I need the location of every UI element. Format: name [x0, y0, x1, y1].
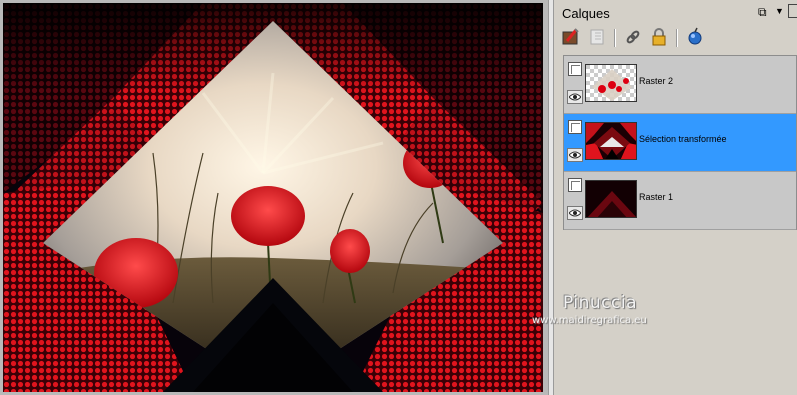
layers-list: Raster 2 Sélection transformée Raster 1 — [563, 55, 797, 230]
panel-title: Calques — [562, 6, 610, 21]
image-canvas[interactable] — [3, 3, 543, 392]
eye-icon[interactable] — [567, 148, 583, 162]
layer-item-selection-transformed[interactable]: Sélection transformée — [564, 114, 796, 172]
layer-name: Sélection transformée — [639, 134, 727, 144]
canvas-frame — [0, 0, 548, 395]
panel-header: Calques ⧉ ▼ — [554, 0, 797, 24]
new-raster-layer-icon[interactable] — [560, 26, 582, 48]
layers-panel: Calques ⧉ ▼ Raster 2 Sélection transform… — [554, 0, 797, 395]
watermark-url: www.maidiregrafica.eu — [532, 315, 647, 326]
layer-thumbnail — [585, 180, 637, 218]
merge-layers-icon[interactable] — [684, 26, 706, 48]
layer-thumbnail — [585, 64, 637, 102]
layer-item-raster-1[interactable]: Raster 1 — [564, 172, 796, 230]
chevron-down-icon[interactable]: ▼ — [775, 6, 784, 16]
poppy-artwork — [3, 3, 543, 392]
layer-item-raster-2[interactable]: Raster 2 — [564, 56, 796, 114]
layers-toolbar — [558, 26, 794, 50]
link-layers-icon[interactable] — [622, 26, 644, 48]
layer-thumbnail — [585, 122, 637, 160]
layer-name: Raster 2 — [639, 76, 674, 86]
window-menu-icon[interactable]: ⧉ — [758, 5, 767, 20]
layer-type-icon[interactable] — [568, 120, 582, 134]
eye-icon[interactable] — [567, 206, 583, 220]
layer-properties-icon[interactable] — [586, 26, 608, 48]
lock-transparency-icon[interactable] — [648, 26, 670, 48]
pin-icon[interactable] — [788, 4, 797, 18]
layer-name: Raster 1 — [639, 192, 674, 202]
layer-type-icon[interactable] — [568, 62, 582, 76]
watermark-name: Pinuccia — [563, 293, 637, 313]
layer-type-icon[interactable] — [568, 178, 582, 192]
eye-icon[interactable] — [567, 90, 583, 104]
